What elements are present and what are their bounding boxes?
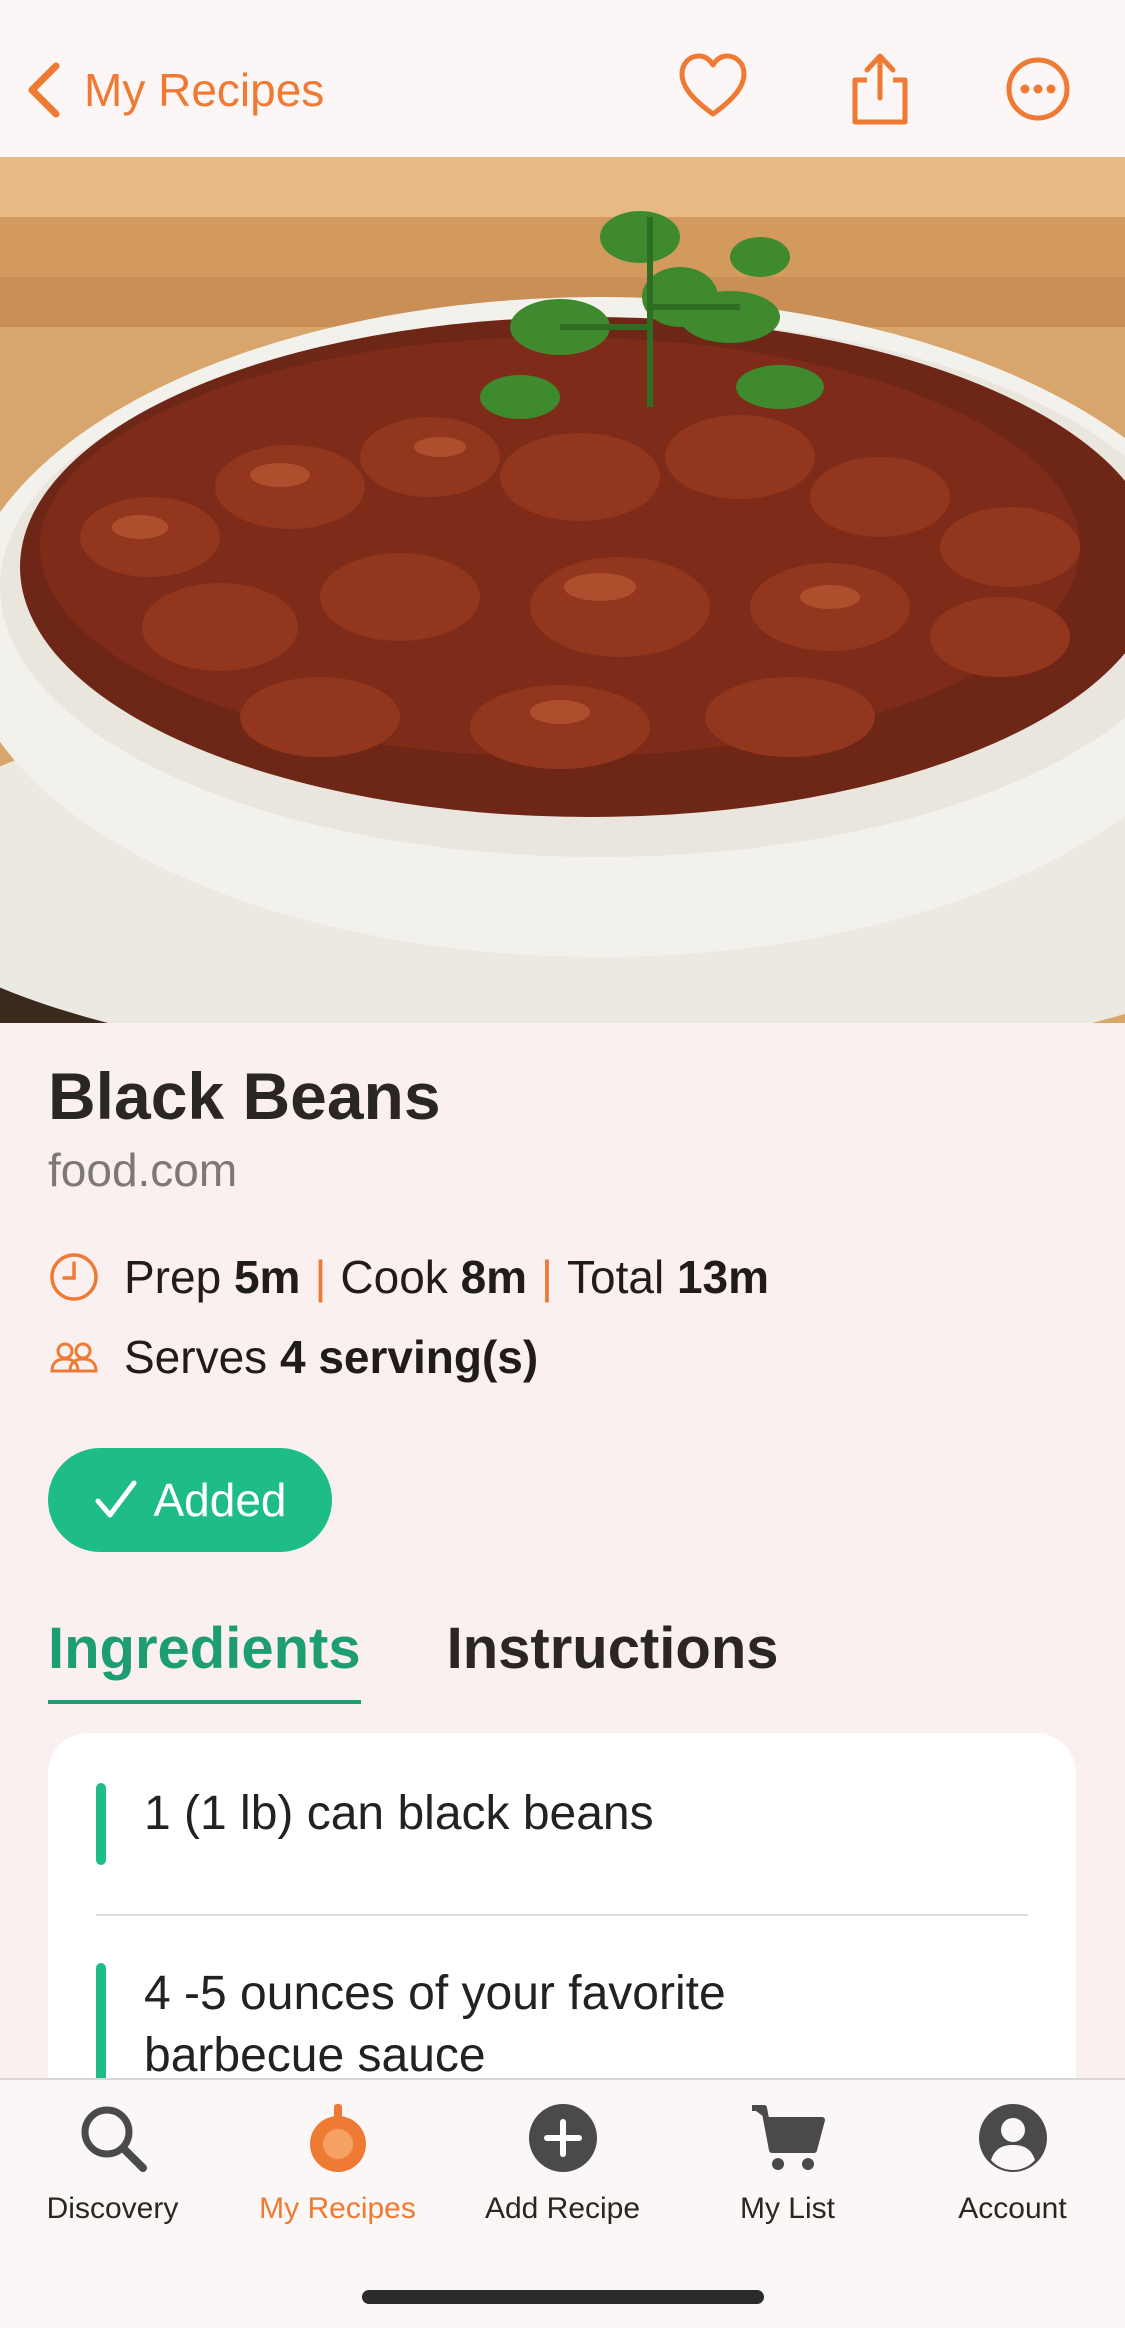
recipe-source[interactable]: food.com	[48, 1143, 237, 1197]
tab-add-recipe[interactable]: Add Recipe	[450, 2098, 675, 2226]
tab-discovery[interactable]: Discovery	[0, 2098, 225, 2226]
tab-my-recipes[interactable]: My Recipes	[225, 2098, 450, 2226]
divider	[96, 1914, 1028, 1916]
prep-label: Prep	[124, 1251, 222, 1303]
list-item[interactable]: 1 (1 lb) can black beans	[96, 1783, 654, 1865]
tab-label: Discovery	[46, 2192, 179, 2225]
serves-row: Serves 4 serving(s)	[48, 1330, 538, 1384]
back-label: My Recipes	[84, 64, 325, 116]
tab-my-list[interactable]: My List	[675, 2098, 900, 2226]
ingredient-text: 1 (1 lb) can black beans	[144, 1787, 654, 1840]
cart-icon	[751, 2105, 825, 2170]
ingredient-line: 4 -5 ounces of your favorite	[144, 1967, 726, 2020]
added-button[interactable]: Added	[48, 1448, 332, 1552]
separator: |	[541, 1251, 553, 1303]
cook-label: Cook	[340, 1251, 448, 1303]
user-icon	[978, 2104, 1047, 2172]
separator: |	[314, 1251, 327, 1303]
ingredient-marker	[96, 1783, 106, 1865]
favorite-button[interactable]	[678, 48, 748, 128]
checkmark-icon	[95, 1480, 137, 1518]
serves-value: 4 serving(s)	[279, 1331, 539, 1383]
people-icon	[50, 1342, 98, 1373]
tab-account[interactable]: Account	[900, 2098, 1125, 2226]
serves-label: Serves	[124, 1331, 268, 1383]
pot-icon	[309, 2104, 366, 2172]
search-icon	[81, 2106, 147, 2172]
recipe-photo	[0, 157, 1125, 1023]
added-label: Added	[153, 1474, 287, 1526]
tab-instructions[interactable]: Instructions	[447, 1615, 779, 1704]
share-icon	[852, 53, 908, 125]
time-row: Prep 5m | Cook 8m | Total 13m	[48, 1250, 769, 1304]
heart-icon	[679, 53, 747, 117]
tab-label: Account	[958, 2192, 1067, 2225]
recipe-tabs: Ingredients Instructions	[48, 1615, 779, 1704]
chevron-left-icon	[28, 62, 60, 118]
plus-circle-icon	[528, 2104, 597, 2172]
clock-icon	[50, 1253, 98, 1301]
recipe-title: Black Beans	[48, 1059, 441, 1133]
total-label: Total	[567, 1251, 665, 1303]
top-nav-bar: My Recipes	[0, 0, 1125, 157]
back-button[interactable]: My Recipes	[24, 55, 324, 125]
tab-label: My Recipes	[259, 2192, 416, 2225]
home-indicator[interactable]	[362, 2290, 764, 2304]
prep-value: 5m	[233, 1251, 301, 1303]
share-button[interactable]	[845, 48, 915, 128]
tab-label: Add Recipe	[484, 2192, 641, 2225]
tab-label: My List	[739, 2192, 835, 2225]
more-icon	[1006, 57, 1070, 121]
cook-value: 8m	[460, 1251, 528, 1303]
total-value: 13m	[676, 1251, 770, 1303]
more-button[interactable]	[1003, 48, 1073, 128]
tab-ingredients[interactable]: Ingredients	[48, 1615, 361, 1704]
